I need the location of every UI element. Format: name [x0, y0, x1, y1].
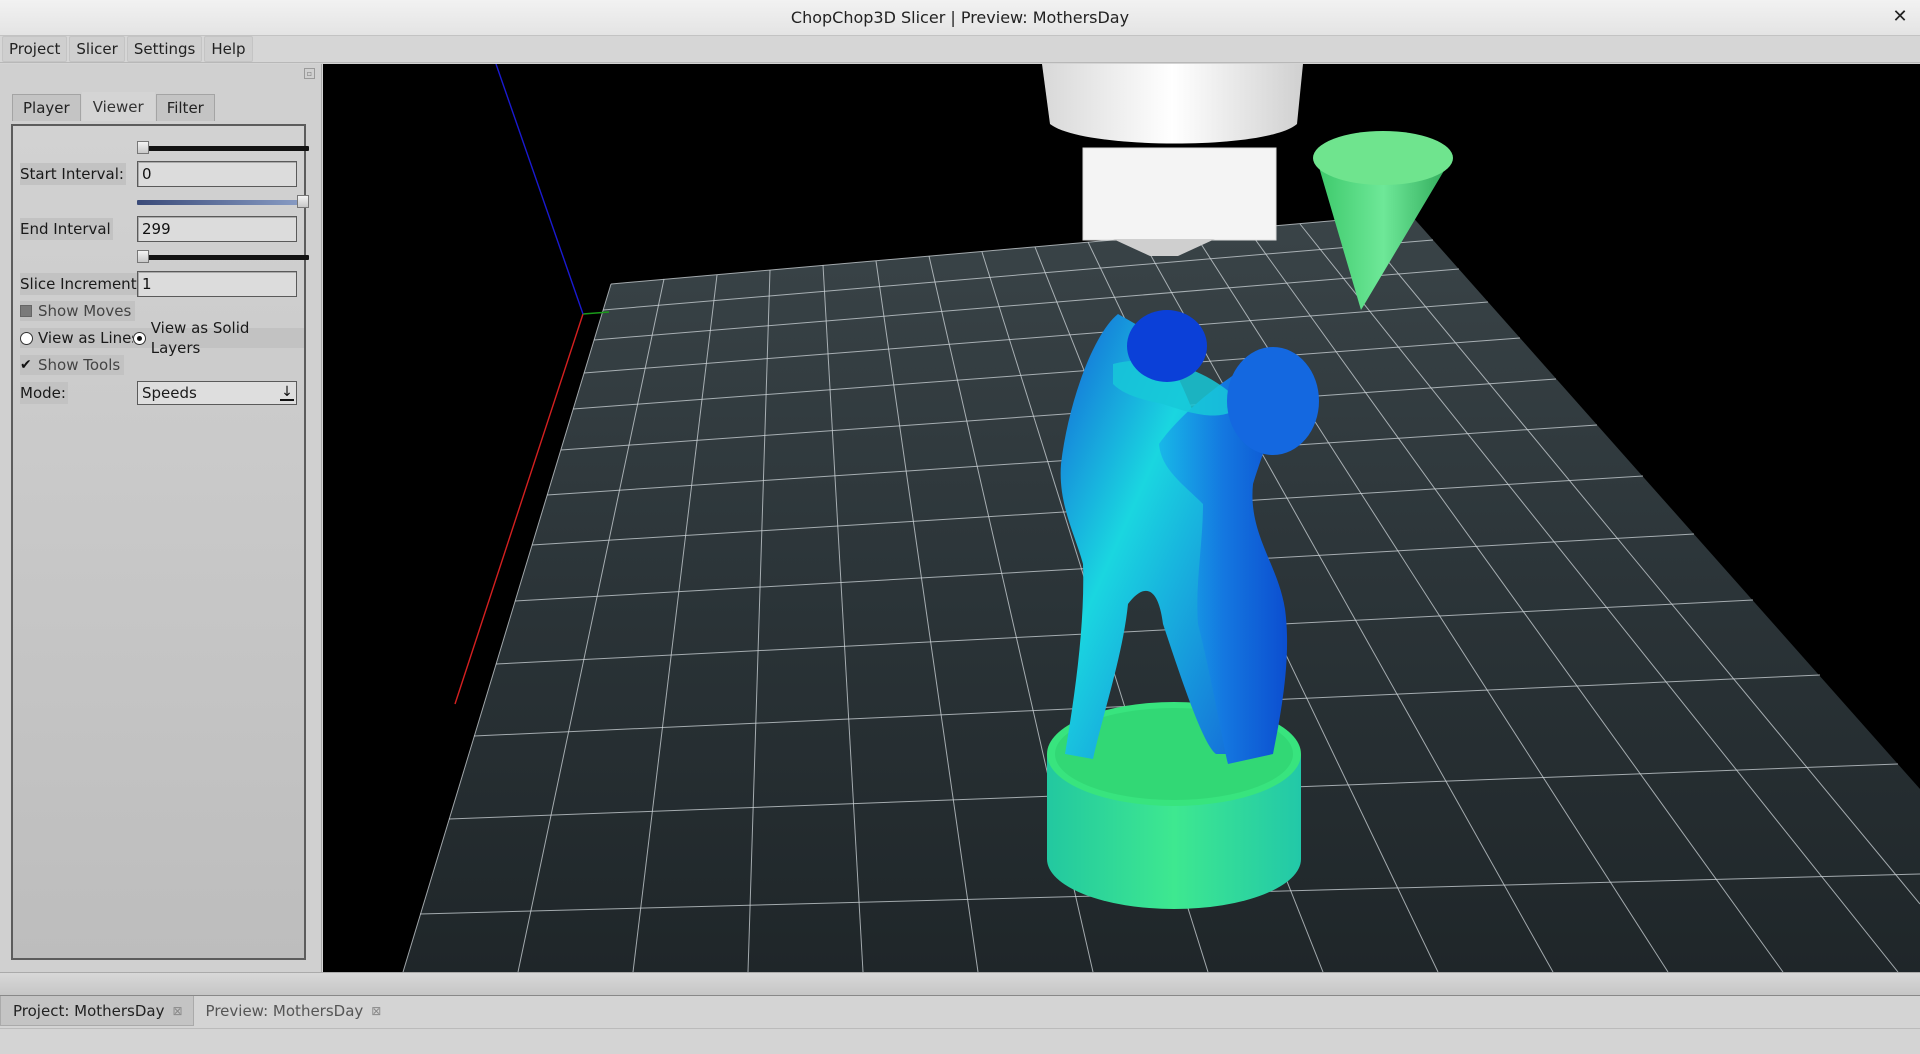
show-tools-checkbox[interactable]: ✔ Show Tools [20, 355, 125, 375]
down-arrow-icon[interactable]: ↓ [280, 385, 294, 401]
tab-player[interactable]: Player [12, 94, 81, 121]
viewer-dock-panel: ▫ Player Viewer Filter Start Interval: E… [0, 64, 322, 972]
document-tab-bar: Project: MothersDay ⊠ Preview: MothersDa… [0, 996, 1920, 1026]
slice-increment-label: Slice Increment: [20, 273, 144, 295]
mode-select[interactable]: Speeds ↓ [137, 381, 297, 405]
tab-viewer[interactable]: Viewer [81, 92, 155, 121]
doc-tab-project-label: Project: MothersDay [13, 1001, 165, 1020]
start-interval-slider[interactable] [137, 141, 309, 154]
3d-viewport[interactable] [323, 64, 1920, 972]
close-icon[interactable]: ✕ [1890, 7, 1910, 27]
menubar: Project Slicer Settings Help [0, 36, 1920, 63]
show-moves-checkbox[interactable]: Show Moves [20, 301, 136, 321]
view-as-solid-layers-radio[interactable]: View as Solid Layers [133, 319, 304, 357]
dock-float-icon[interactable]: ▫ [304, 68, 315, 79]
panel-tabs: Player Viewer Filter [12, 92, 216, 122]
doc-tab-project[interactable]: Project: MothersDay ⊠ [0, 996, 194, 1026]
start-interval-input[interactable] [137, 161, 297, 187]
doc-tab-preview[interactable]: Preview: MothersDay ⊠ [193, 996, 392, 1026]
mode-selected-value: Speeds [142, 384, 197, 402]
view-as-lines-label: View as Lines [38, 329, 140, 347]
mode-label: Mode: [20, 382, 68, 404]
scene-canvas [402, 64, 1920, 972]
slider-handle[interactable] [297, 195, 309, 208]
view-as-lines-radio[interactable]: View as Lines [20, 328, 144, 348]
slider-track [137, 200, 309, 205]
show-moves-label: Show Moves [38, 302, 132, 320]
radio-unselected-icon [20, 331, 33, 345]
menu-help[interactable]: Help [204, 36, 253, 62]
model-head-left [1127, 310, 1207, 382]
end-interval-input[interactable] [137, 216, 297, 242]
tab-filter[interactable]: Filter [155, 94, 215, 121]
start-interval-label: Start Interval: [20, 163, 126, 185]
slider-track [137, 255, 309, 260]
radio-selected-icon [133, 331, 146, 345]
doc-tab-preview-label: Preview: MothersDay [205, 1002, 364, 1020]
slice-increment-input[interactable] [137, 271, 297, 297]
slice-increment-slider[interactable] [137, 250, 309, 263]
show-tools-label: Show Tools [38, 356, 121, 374]
menu-slicer[interactable]: Slicer [69, 36, 125, 62]
z-axis-line [495, 64, 584, 315]
checkmark-icon: ✔ [20, 357, 32, 373]
horizontal-scrollbar[interactable] [0, 972, 1920, 996]
viewer-tab-content: Start Interval: End Interval Slice Incre… [11, 124, 309, 960]
close-tab-icon[interactable]: ⊠ [172, 996, 182, 1026]
status-bar [0, 1028, 1920, 1054]
end-interval-slider[interactable] [137, 195, 309, 208]
checkbox-unchecked-icon [20, 305, 32, 317]
view-as-solid-layers-label: View as Solid Layers [150, 319, 250, 357]
model-head-right [1227, 347, 1319, 455]
slider-handle[interactable] [137, 250, 149, 263]
slider-handle[interactable] [137, 141, 149, 154]
window-titlebar: ChopChop3D Slicer | Preview: MothersDay … [0, 0, 1920, 36]
extruder-nozzle [1042, 64, 1303, 256]
end-interval-label: End Interval [20, 218, 113, 240]
menu-project[interactable]: Project [2, 36, 68, 62]
slider-track [137, 146, 309, 151]
menu-settings[interactable]: Settings [126, 36, 203, 62]
window-title: ChopChop3D Slicer | Preview: MothersDay [790, 8, 1130, 27]
close-tab-icon[interactable]: ⊠ [371, 996, 381, 1026]
